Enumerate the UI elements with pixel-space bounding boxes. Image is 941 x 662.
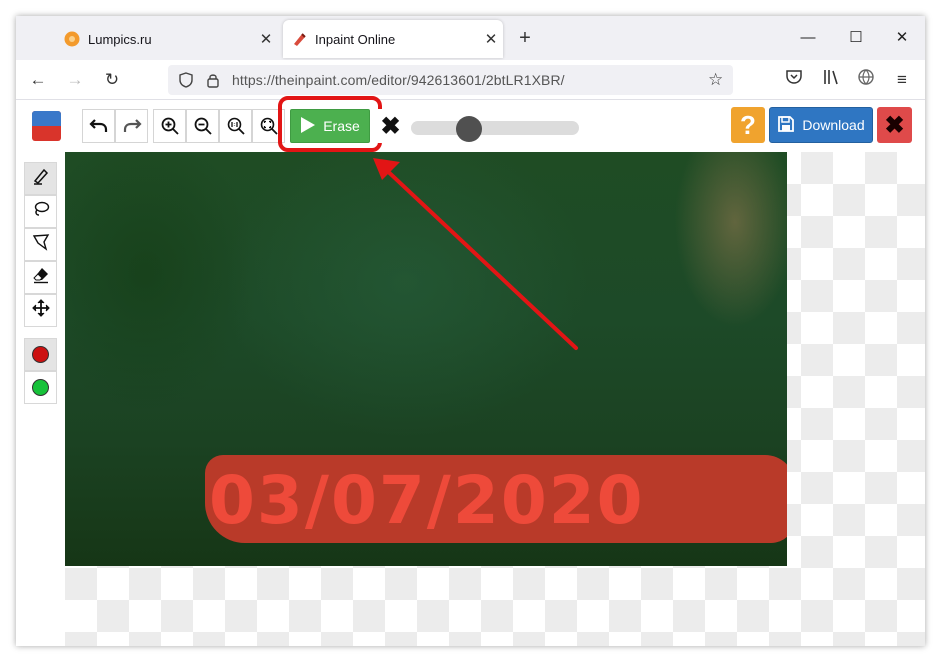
help-button[interactable]: ? <box>731 107 765 143</box>
download-button[interactable]: Download <box>769 107 873 143</box>
browser-window: Lumpics.ru ✕ Inpaint Online ✕ + — ☐ ✕ ← … <box>16 16 925 646</box>
brush-size-slider-thumb[interactable] <box>456 116 482 142</box>
tab-title: Lumpics.ru <box>88 31 152 47</box>
editor-canvas[interactable]: 03/07/2020 <box>65 152 925 646</box>
tab-close-icon[interactable]: ✕ <box>479 30 503 48</box>
edited-photo[interactable]: 03/07/2020 <box>65 152 787 566</box>
zoom-out-button[interactable] <box>186 109 219 143</box>
lock-icon[interactable] <box>206 72 220 93</box>
hamburger-menu-icon[interactable]: ≡ <box>890 68 914 92</box>
close-editor-button[interactable]: ✖ <box>877 107 912 143</box>
new-tab-button[interactable]: + <box>513 26 537 50</box>
erase-highlight-box <box>278 96 382 152</box>
green-color-dot-icon <box>32 379 49 396</box>
tab-close-icon[interactable]: ✕ <box>254 30 278 48</box>
maximize-icon[interactable]: ☐ <box>844 26 868 50</box>
floppy-disk-icon <box>777 115 795 136</box>
green-marker-color-button[interactable] <box>24 371 57 404</box>
tab-title: Inpaint Online <box>315 31 396 47</box>
forward-arrow-icon[interactable]: → <box>63 68 87 92</box>
redo-button[interactable] <box>115 109 148 143</box>
back-arrow-icon[interactable]: ← <box>26 68 50 92</box>
red-color-dot-icon <box>32 346 49 363</box>
address-bar[interactable]: https://theinpaint.com/editor/942613601/… <box>168 65 733 95</box>
navigation-bar: ← → ↻ https://theinpaint.com/editor/9426… <box>16 60 925 100</box>
pocket-icon[interactable] <box>782 68 806 92</box>
library-icon[interactable] <box>820 68 844 92</box>
marker-icon <box>32 167 50 190</box>
reload-icon[interactable]: ↻ <box>100 68 124 92</box>
polygonal-lasso-tool-button[interactable] <box>24 228 57 261</box>
window-close-icon[interactable]: ✕ <box>890 26 914 50</box>
photo-date-stamp: 03/07/2020 <box>209 462 645 539</box>
clear-selection-button[interactable]: ✖ <box>374 109 407 143</box>
eraser-icon <box>32 266 50 289</box>
download-label: Download <box>802 117 865 133</box>
polygon-lasso-icon <box>32 233 50 256</box>
bookmark-star-icon[interactable]: ☆ <box>708 70 723 90</box>
editor-toolbar: Erase ✖ ? Download ✖ <box>16 96 925 152</box>
pencil-favicon-icon <box>291 31 307 47</box>
left-tool-panel <box>16 152 65 646</box>
tab-bar: Lumpics.ru ✕ Inpaint Online ✕ + — ☐ ✕ <box>16 16 925 60</box>
brush-size-slider[interactable] <box>411 116 579 142</box>
tab-lumpics[interactable]: Lumpics.ru ✕ <box>56 20 278 58</box>
marker-tool-button[interactable] <box>24 162 57 195</box>
orange-circle-favicon-icon <box>64 31 80 47</box>
globe-extension-icon[interactable] <box>854 68 878 92</box>
tab-inpaint-online[interactable]: Inpaint Online ✕ <box>283 20 503 58</box>
zoom-actual-size-button[interactable] <box>219 109 252 143</box>
zoom-in-button[interactable] <box>153 109 186 143</box>
minimize-icon[interactable]: — <box>796 26 820 50</box>
eraser-tool-button[interactable] <box>24 261 57 294</box>
lasso-tool-button[interactable] <box>24 195 57 228</box>
move-arrows-icon <box>31 299 50 322</box>
red-marker-color-button[interactable] <box>24 338 57 371</box>
undo-button[interactable] <box>82 109 115 143</box>
inpaint-logo <box>31 110 62 142</box>
lasso-icon <box>32 200 50 223</box>
shield-icon[interactable] <box>178 72 194 93</box>
url-text[interactable]: https://theinpaint.com/editor/942613601/… <box>232 72 565 88</box>
move-tool-button[interactable] <box>24 294 57 327</box>
